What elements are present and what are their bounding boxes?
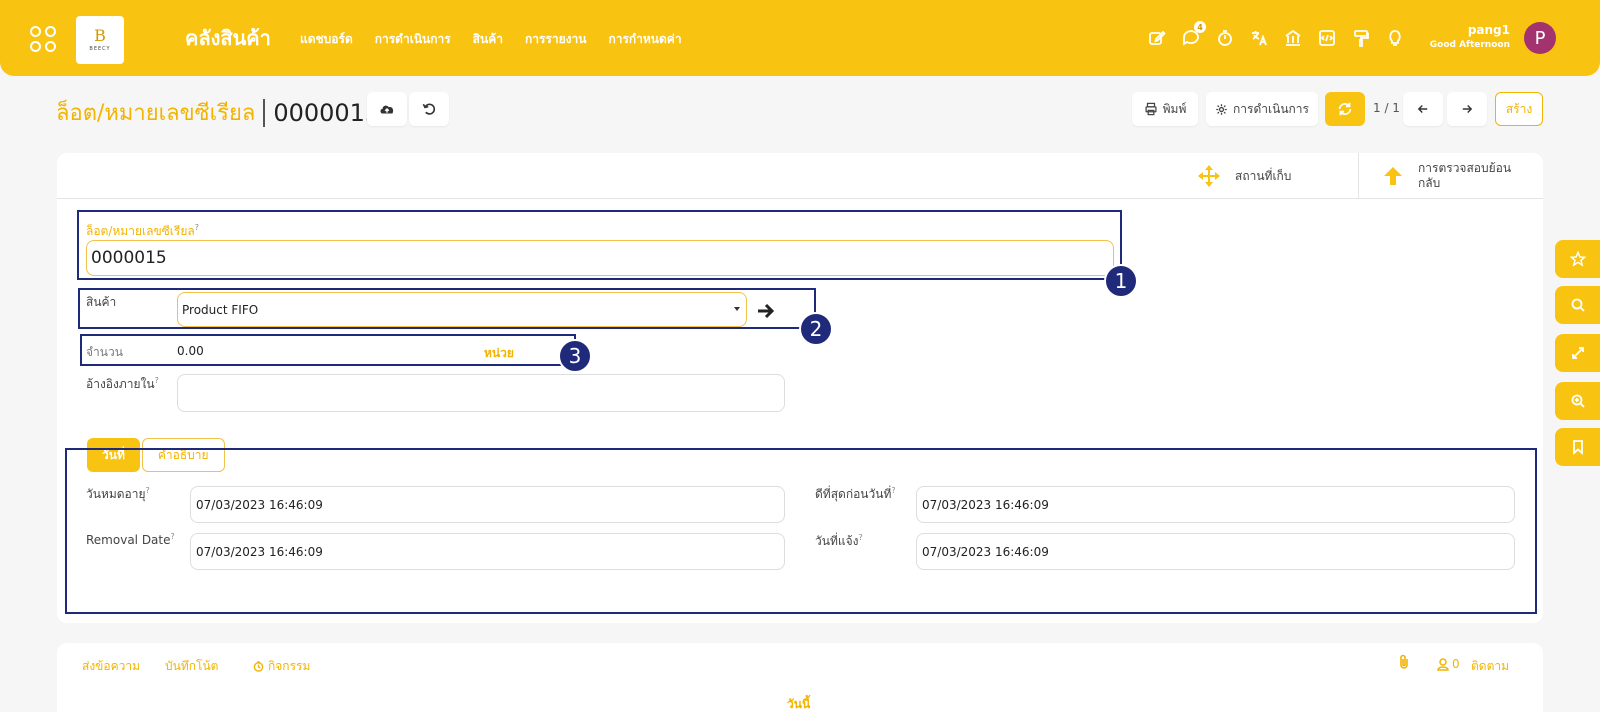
- user-greeting: Good Afternoon: [1429, 40, 1510, 50]
- highlight-box-4: [65, 448, 1537, 614]
- chatter: ส่งข้อความ บันทึกโน้ต กิจกรรม 0 ติดตาม ว…: [57, 643, 1543, 712]
- follow-button[interactable]: ติดตาม: [1471, 657, 1509, 676]
- menu-reporting[interactable]: การรายงาน: [525, 30, 586, 49]
- side-bookmark-button[interactable]: [1555, 428, 1600, 466]
- gear-icon: [1216, 103, 1227, 115]
- internal-ref-input[interactable]: [177, 374, 785, 412]
- printer-icon: [1145, 102, 1157, 116]
- followers-button[interactable]: 0: [1437, 657, 1460, 671]
- user-icon: [1437, 657, 1449, 671]
- arrow-left-icon: [1417, 105, 1428, 113]
- log-note-button[interactable]: บันทึกโน้ต: [165, 657, 218, 676]
- edit-icon[interactable]: [1146, 27, 1168, 49]
- side-favorite-button[interactable]: [1555, 240, 1600, 278]
- arrow-right-icon: [1462, 105, 1473, 113]
- activity-label: กิจกรรม: [268, 659, 311, 673]
- bulb-icon[interactable]: [1384, 27, 1406, 49]
- send-message-button[interactable]: ส่งข้อความ: [82, 657, 140, 676]
- location-smart-button[interactable]: สถานที่เก็บ: [1197, 153, 1291, 199]
- translate-icon[interactable]: [1248, 27, 1270, 49]
- create-button[interactable]: สร้าง: [1495, 92, 1543, 126]
- pager-previous-button[interactable]: [1403, 92, 1443, 126]
- action-label: การดำเนินการ: [1233, 101, 1309, 116]
- arrow-up-icon: [1384, 167, 1402, 185]
- reload-button[interactable]: [1325, 92, 1365, 126]
- sync-icon: [1338, 102, 1352, 116]
- clock-icon: [253, 661, 264, 672]
- main-menu: แดชบอร์ด การดำเนินการ สินค้า การรายงาน ก…: [300, 30, 682, 49]
- logo-text: BEECY: [89, 46, 111, 52]
- annotation-marker-3: 3: [558, 339, 592, 373]
- cloud-upload-icon: [380, 105, 394, 114]
- highlight-box-2: [78, 288, 816, 329]
- paperclip-icon: [1400, 654, 1408, 669]
- traceability-label-line1: การตรวจสอบย้อน: [1418, 161, 1512, 175]
- breadcrumb-divider: [263, 98, 266, 127]
- expand-icon: [1571, 347, 1584, 359]
- breadcrumb: ล็อต/หมายเลขซีเรียล 0000015: [56, 95, 380, 130]
- menu-dashboard[interactable]: แดชบอร์ด: [300, 30, 353, 49]
- move-arrows-icon: [1198, 165, 1220, 187]
- smart-button-box: สถานที่เก็บ การตรวจสอบย้อน กลับ: [57, 153, 1543, 199]
- followers-count: 0: [1452, 657, 1460, 671]
- side-search-button[interactable]: [1555, 286, 1600, 324]
- user-name: pang1: [1467, 23, 1510, 37]
- app-title[interactable]: คลังสินค้า: [185, 22, 271, 54]
- bank-icon[interactable]: [1282, 27, 1304, 49]
- action-button[interactable]: การดำเนินการ: [1206, 92, 1318, 126]
- star-icon: [1569, 251, 1586, 267]
- chat-icon[interactable]: 4: [1180, 21, 1206, 49]
- paint-roller-icon[interactable]: [1350, 27, 1372, 49]
- apps-menu-icon[interactable]: [30, 26, 56, 52]
- highlight-box-3: [80, 334, 576, 366]
- breadcrumb-current: 0000015: [273, 98, 381, 127]
- smart-button-divider: [1358, 153, 1359, 199]
- print-label: พิมพ์: [1162, 101, 1187, 116]
- annotation-marker-2: 2: [799, 312, 833, 346]
- bookmark-icon: [1572, 440, 1583, 455]
- traceability-smart-button[interactable]: การตรวจสอบย้อน กลับ: [1382, 153, 1511, 199]
- company-logo[interactable]: B BEECY: [76, 16, 124, 64]
- code-icon[interactable]: [1316, 27, 1338, 49]
- pager-value[interactable]: 1 / 1: [1373, 101, 1400, 115]
- pager-next-button[interactable]: [1447, 92, 1487, 126]
- side-expand-button[interactable]: [1555, 334, 1600, 372]
- search-icon: [1571, 298, 1585, 312]
- attachment-button[interactable]: [1397, 654, 1411, 673]
- location-label: สถานที่เก็บ: [1235, 168, 1292, 183]
- print-button[interactable]: พิมพ์: [1132, 92, 1198, 126]
- activity-button[interactable]: กิจกรรม: [253, 657, 310, 676]
- menu-operations[interactable]: การดำเนินการ: [375, 30, 451, 49]
- internal-ref-label: อ้างอิงภายใน?: [86, 376, 159, 391]
- menu-configuration[interactable]: การกำหนดค่า: [608, 30, 681, 49]
- user-menu[interactable]: pang1 Good Afternoon: [1430, 23, 1510, 50]
- stopwatch-icon[interactable]: [1214, 27, 1236, 49]
- annotation-marker-1: 1: [1104, 264, 1138, 298]
- menu-products[interactable]: สินค้า: [473, 30, 503, 49]
- zoom-icon: [1571, 394, 1585, 408]
- discard-button[interactable]: [409, 92, 449, 126]
- traceability-label-line2: กลับ: [1418, 176, 1441, 190]
- today-separator: วันนี้: [787, 697, 811, 711]
- side-zoom-button[interactable]: [1555, 382, 1600, 420]
- undo-icon: [422, 103, 436, 115]
- top-navbar: B BEECY คลังสินค้า แดชบอร์ด การดำเนินการ…: [0, 0, 1600, 76]
- avatar[interactable]: P: [1524, 22, 1556, 54]
- chat-badge: 4: [1194, 21, 1206, 33]
- breadcrumb-parent[interactable]: ล็อต/หมายเลขซีเรียล: [56, 95, 255, 130]
- systray: 4: [1146, 21, 1406, 49]
- highlight-box-1: [77, 210, 1122, 280]
- save-cloud-button[interactable]: [367, 92, 407, 126]
